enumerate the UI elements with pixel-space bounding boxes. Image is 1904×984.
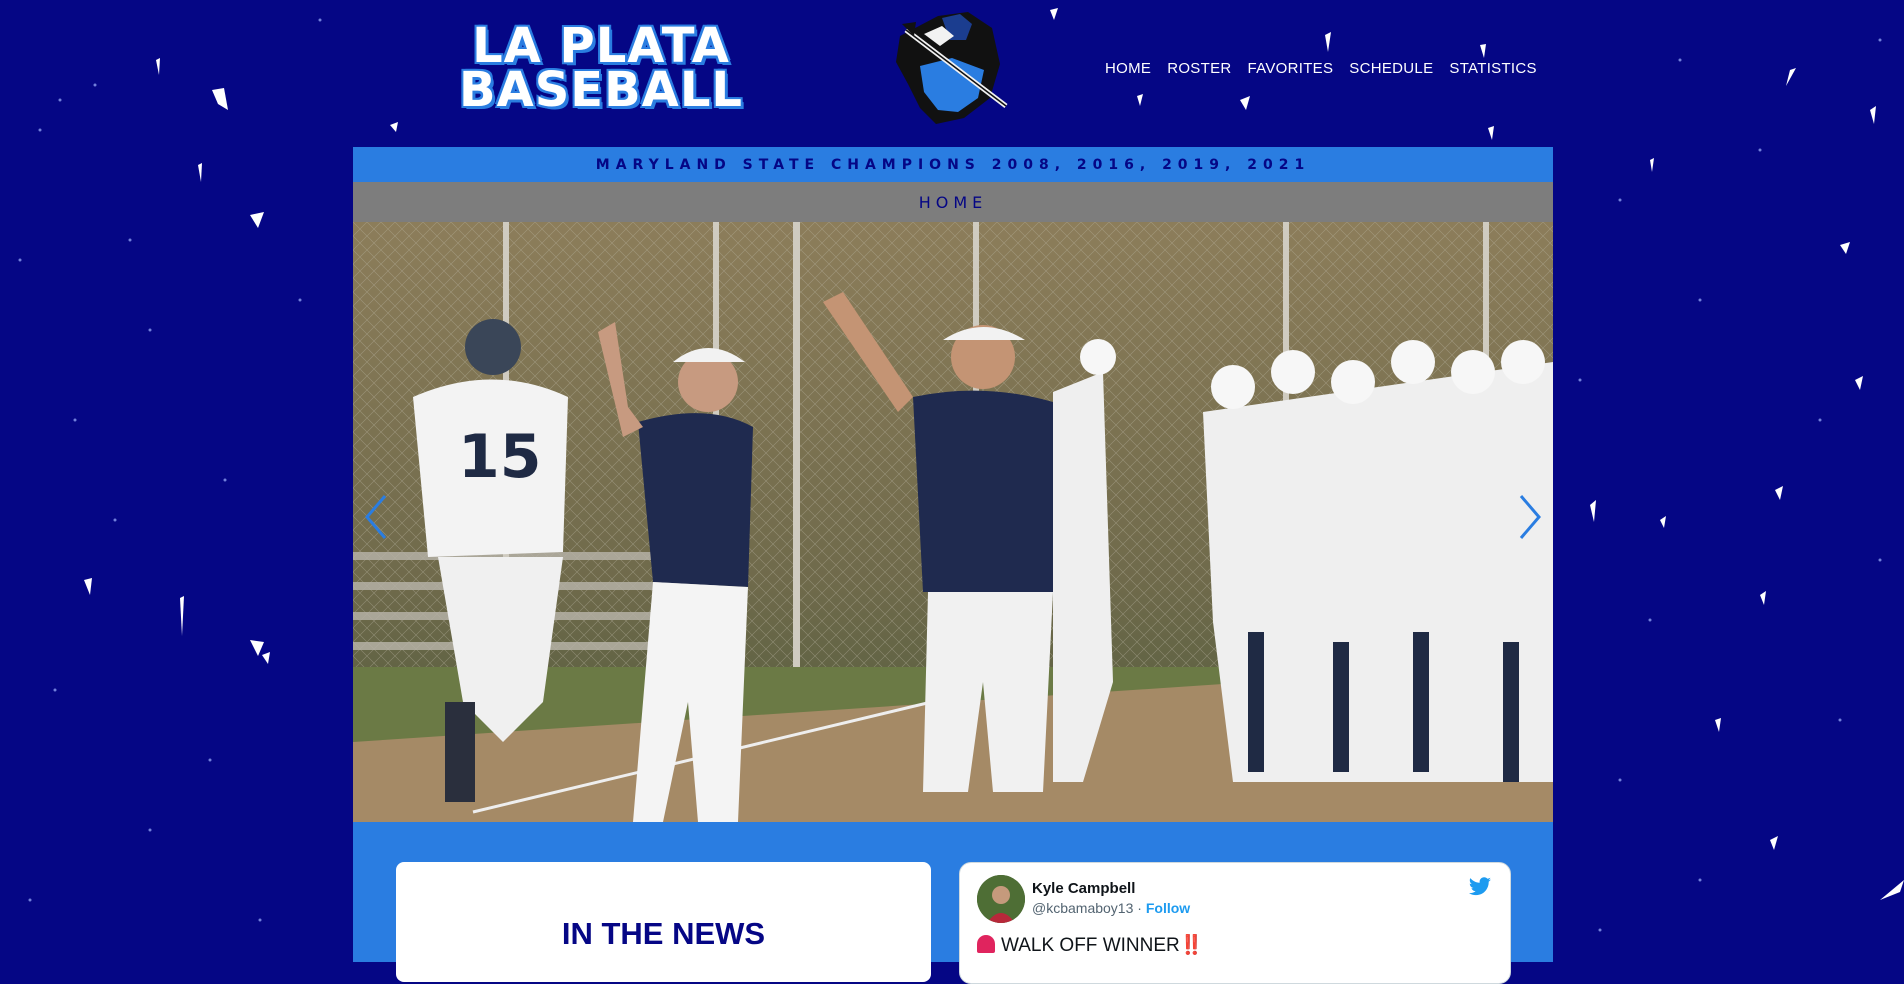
double-exclamation-icon: ‼️	[1179, 935, 1204, 956]
team-celebration-photo: 15	[353, 222, 1553, 822]
tweet-author-name[interactable]: Kyle Campbell	[1032, 880, 1135, 897]
nav-schedule[interactable]: SCHEDULE	[1349, 60, 1433, 77]
tweet-author-handle: @kcbamaboy13 · Follow	[1032, 900, 1190, 916]
chevron-left-icon[interactable]	[361, 492, 391, 542]
main-content: MARYLAND STATE CHAMPIONS 2008, 2016, 201…	[353, 147, 1553, 962]
news-card: IN THE NEWS	[396, 862, 931, 982]
tweet-body: WALK OFF WINNER	[1001, 935, 1180, 956]
main-nav: HOME ROSTER FAVORITES SCHEDULE STATISTIC…	[1105, 60, 1537, 77]
svg-text:15: 15	[458, 422, 542, 492]
nav-roster[interactable]: ROSTER	[1167, 60, 1231, 77]
nav-statistics[interactable]: STATISTICS	[1449, 60, 1536, 77]
page-heading: HOME	[353, 182, 1553, 222]
site-title-line2: BASEBALL	[459, 62, 743, 119]
twitter-bird-icon[interactable]	[1468, 877, 1492, 897]
nav-favorites[interactable]: FAVORITES	[1248, 60, 1334, 77]
nav-home[interactable]: HOME	[1105, 60, 1151, 77]
tweet-handle[interactable]: @kcbamaboy13	[1032, 900, 1133, 916]
news-title: IN THE NEWS	[561, 916, 766, 951]
slideshow[interactable]: 15	[353, 222, 1553, 822]
siren-icon	[977, 935, 995, 953]
tweet-embed[interactable]: Kyle Campbell @kcbamaboy13 · Follow WALK…	[959, 862, 1511, 984]
avatar[interactable]	[977, 875, 1025, 923]
champions-banner: MARYLAND STATE CHAMPIONS 2008, 2016, 201…	[595, 156, 1311, 173]
site-title[interactable]: LA PLATA BASEBALL	[405, 22, 797, 119]
chevron-right-icon[interactable]	[1515, 492, 1545, 542]
knight-mascot-icon[interactable]	[880, 6, 1018, 126]
follow-button[interactable]: Follow	[1146, 900, 1190, 916]
tweet-separator: ·	[1133, 900, 1146, 916]
tweet-text: WALK OFF WINNER‼️	[977, 933, 1203, 957]
